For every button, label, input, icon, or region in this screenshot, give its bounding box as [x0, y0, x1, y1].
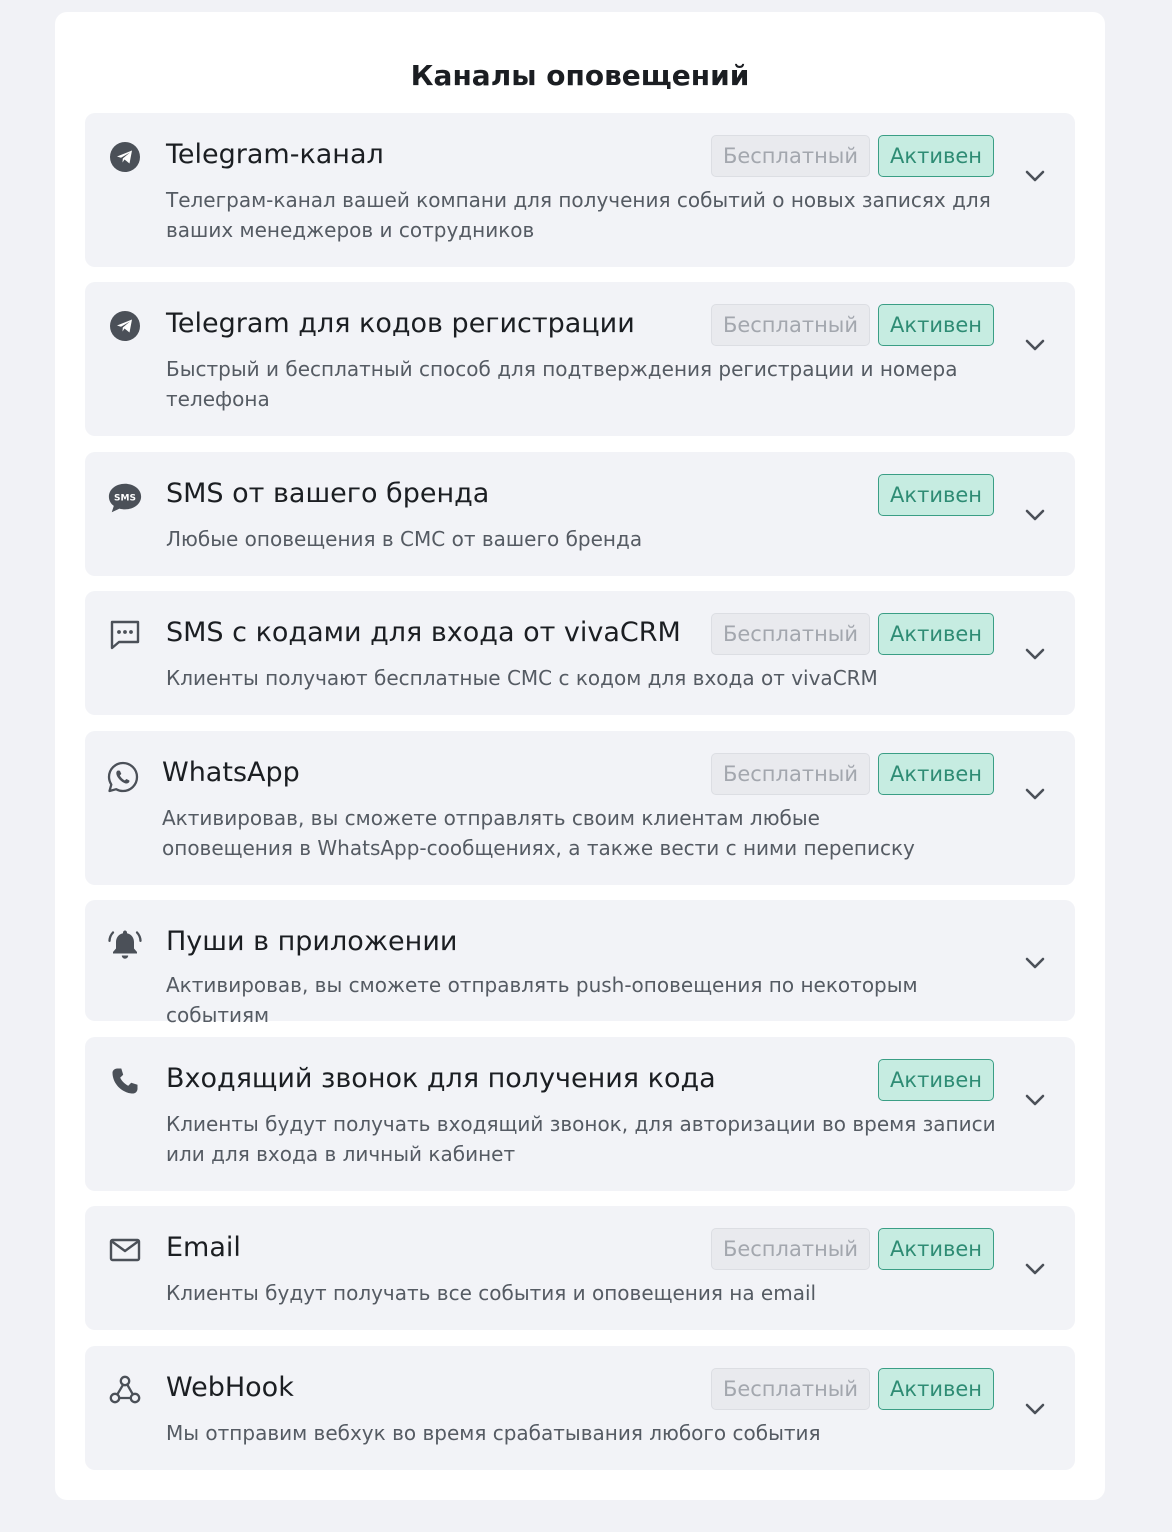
- free-badge: Бесплатный: [710, 1368, 871, 1410]
- svg-text:SMS: SMS: [114, 493, 136, 503]
- chevron-down-icon[interactable]: [1025, 1403, 1045, 1415]
- channel-description: Клиенты получают бесплатные СМС с кодом …: [166, 666, 878, 690]
- free-badge: Бесплатный: [710, 613, 871, 655]
- bell-ringing-icon: [107, 926, 143, 962]
- chevron-down-icon[interactable]: [1025, 170, 1045, 182]
- channel-description: Любые оповещения в СМС от вашего бренда: [166, 527, 643, 551]
- chevron-down-icon[interactable]: [1025, 1263, 1045, 1275]
- channel-title: Пуши в приложении: [166, 926, 458, 957]
- webhook-icon: [107, 1372, 143, 1408]
- channel-description: Телеграм-канал вашей компани для получен…: [166, 188, 991, 242]
- message-dots-icon: [107, 617, 143, 653]
- page-title: Каналы оповещений: [410, 59, 750, 92]
- notification-channels-panel: Каналы оповещений Telegram-канал Телегра…: [55, 12, 1105, 1500]
- active-badge: Активен: [878, 1228, 994, 1270]
- channel-card-incoming-call[interactable]: Входящий звонок для получения кода Клиен…: [85, 1037, 1075, 1191]
- free-badge: Бесплатный: [710, 135, 871, 177]
- chevron-down-icon[interactable]: [1025, 1094, 1045, 1106]
- channel-description: Быстрый и бесплатный способ для подтверж…: [166, 357, 958, 411]
- free-badge: Бесплатный: [710, 1228, 871, 1270]
- channel-card-sms-codes[interactable]: SMS с кодами для входа от vivaCRM Клиент…: [85, 591, 1075, 715]
- chevron-down-icon[interactable]: [1025, 509, 1045, 521]
- channel-card-whatsapp[interactable]: WhatsApp Активировав, вы сможете отправл…: [85, 731, 1075, 885]
- active-badge: Активен: [878, 613, 994, 655]
- free-badge: Бесплатный: [710, 304, 871, 346]
- channel-card-email[interactable]: Email Клиенты будут получать все события…: [85, 1206, 1075, 1330]
- channel-card-telegram-registration[interactable]: Telegram для кодов регистрации Быстрый и…: [85, 282, 1075, 436]
- channel-card-sms-brand[interactable]: SMS SMS от вашего бренда Любые оповещени…: [85, 452, 1075, 576]
- channel-description: Активировав, вы сможете отправлять своим…: [162, 806, 915, 860]
- channel-description: Клиенты будут получать входящий звонок, …: [166, 1112, 996, 1166]
- channel-title: Email: [166, 1232, 241, 1263]
- channel-title: Telegram для кодов регистрации: [166, 308, 635, 339]
- channel-card-telegram-channel[interactable]: Telegram-канал Телеграм-канал вашей комп…: [85, 113, 1075, 267]
- channel-description: Мы отправим вебхук во время срабатывания…: [166, 1421, 821, 1445]
- telegram-icon: [107, 308, 143, 344]
- whatsapp-icon: [105, 759, 141, 795]
- phone-icon: [107, 1063, 143, 1099]
- active-badge: Активен: [878, 1059, 994, 1101]
- free-badge: Бесплатный: [710, 753, 871, 795]
- channel-description: Клиенты будут получать все события и опо…: [166, 1281, 817, 1305]
- active-badge: Активен: [878, 753, 994, 795]
- channel-card-push[interactable]: Пуши в приложении Активировав, вы сможет…: [85, 900, 1075, 1027]
- chevron-down-icon[interactable]: [1025, 788, 1045, 800]
- channel-title: SMS с кодами для входа от vivaCRM: [166, 617, 681, 648]
- chevron-down-icon[interactable]: [1025, 339, 1045, 351]
- active-badge: Активен: [878, 1368, 994, 1410]
- email-icon: [107, 1232, 143, 1268]
- sms-bubble-icon: SMS: [107, 480, 143, 516]
- active-badge: Активен: [878, 304, 994, 346]
- channel-title: SMS от вашего бренда: [166, 478, 490, 509]
- active-badge: Активен: [878, 474, 994, 516]
- channel-title: Telegram-канал: [166, 139, 384, 170]
- chevron-down-icon[interactable]: [1025, 957, 1045, 969]
- channel-title: Входящий звонок для получения кода: [166, 1063, 716, 1094]
- channel-title: WhatsApp: [162, 757, 300, 788]
- channel-title: WebHook: [166, 1372, 294, 1403]
- active-badge: Активен: [878, 135, 994, 177]
- telegram-icon: [107, 139, 143, 175]
- chevron-down-icon[interactable]: [1025, 648, 1045, 660]
- channel-card-webhook[interactable]: WebHook Мы отправим вебхук во время сраб…: [85, 1346, 1075, 1470]
- channel-description: Активировав, вы сможете отправлять push-…: [166, 973, 918, 1027]
